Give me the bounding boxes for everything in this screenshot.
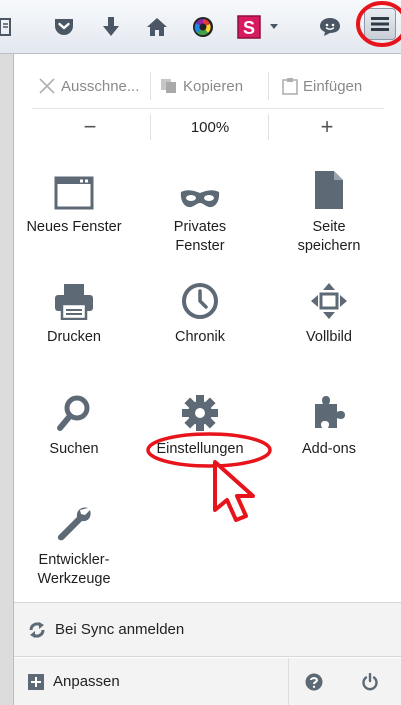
zoom-in-button[interactable]: + (270, 110, 384, 144)
customize-button[interactable]: Anpassen (14, 658, 120, 705)
power-icon (361, 672, 379, 691)
private-window-button[interactable]: Privates Fenster (140, 164, 260, 256)
zoom-level: 100% (190, 118, 230, 136)
copy-icon (160, 78, 178, 94)
preferences-button[interactable]: Einstellungen (140, 386, 260, 459)
menu-icon (371, 16, 389, 32)
sync-icon (28, 621, 46, 639)
chat-icon[interactable] (315, 10, 345, 44)
colorful-addon-icon[interactable] (188, 10, 218, 44)
item-label: Privates Fenster (173, 219, 227, 254)
sync-signin-button[interactable]: Bei Sync anmelden (14, 602, 401, 657)
bookmarks-icon[interactable] (0, 10, 16, 44)
find-button[interactable]: Suchen (14, 386, 134, 459)
item-label: Seite speichern (297, 219, 361, 254)
plus-square-icon (28, 673, 44, 690)
cut-label: Ausschne... (61, 77, 140, 95)
edit-controls: Ausschne... Kopieren Einfügen (14, 68, 401, 104)
fullscreen-button[interactable]: Vollbild (269, 274, 389, 347)
copy-label: Kopieren (183, 77, 244, 95)
customize-label: Anpassen (53, 673, 120, 690)
gear-icon (140, 386, 260, 432)
help-button[interactable] (288, 658, 338, 705)
addons-button[interactable]: Add-ons (269, 386, 389, 459)
item-label: Add-ons (301, 441, 356, 457)
printer-icon (14, 274, 134, 320)
developer-tools-button[interactable]: Entwickler- Werkzeuge (14, 497, 134, 589)
wrench-icon (14, 497, 134, 543)
divider (268, 114, 269, 140)
divider (32, 108, 384, 109)
save-page-icon (269, 164, 389, 210)
item-label: Drucken (47, 329, 101, 345)
pocket-icon[interactable] (49, 10, 79, 44)
divider (268, 72, 269, 100)
scissors-icon (38, 77, 56, 95)
zoom-reset-button[interactable]: 100% (151, 110, 269, 144)
fullscreen-icon (269, 274, 389, 320)
divider (150, 72, 151, 100)
item-label: Chronik (175, 329, 225, 345)
magnifier-icon (14, 386, 134, 432)
zoom-out-label: − (83, 114, 97, 139)
save-page-button[interactable]: Seite speichern (269, 164, 389, 256)
private-mask-icon (140, 164, 260, 210)
downloads-icon[interactable] (96, 10, 126, 44)
cut-button[interactable]: Ausschne... (38, 68, 139, 104)
item-label: Neues Fenster (26, 219, 122, 235)
paste-label: Einfügen (303, 77, 363, 95)
help-icon (305, 673, 323, 691)
item-label: Vollbild (306, 329, 352, 345)
sync-label: Bei Sync anmelden (55, 621, 185, 638)
zoom-in-label: + (320, 114, 334, 139)
clipboard-icon (282, 77, 298, 95)
menu-button[interactable] (364, 8, 396, 40)
copy-button[interactable]: Kopieren (160, 68, 243, 104)
s-addon-icon[interactable]: S (234, 10, 264, 44)
home-icon[interactable] (142, 10, 172, 44)
history-button[interactable]: Chronik (140, 274, 260, 347)
paste-button[interactable]: Einfügen (282, 68, 362, 104)
item-label: Entwickler- Werkzeuge (37, 552, 111, 587)
zoom-out-button[interactable]: − (34, 110, 146, 144)
quit-button[interactable] (345, 658, 395, 705)
clock-icon (140, 274, 260, 320)
item-label: Einstellungen (156, 441, 244, 457)
browser-toolbar: S (0, 0, 401, 54)
zoom-controls: − 100% + (14, 110, 401, 144)
svg-text:S: S (243, 18, 255, 38)
puzzle-icon (269, 386, 389, 432)
new-window-icon (14, 164, 134, 210)
new-window-button[interactable]: Neues Fenster (14, 164, 134, 237)
print-button[interactable]: Drucken (14, 274, 134, 347)
dropdown-arrow-icon[interactable] (264, 10, 284, 44)
menu-panel: Ausschne... Kopieren Einfügen − 100% + N… (13, 54, 401, 705)
footer-bar: Anpassen (14, 658, 401, 705)
mouse-cursor-icon (213, 460, 255, 522)
item-label: Suchen (49, 441, 99, 457)
